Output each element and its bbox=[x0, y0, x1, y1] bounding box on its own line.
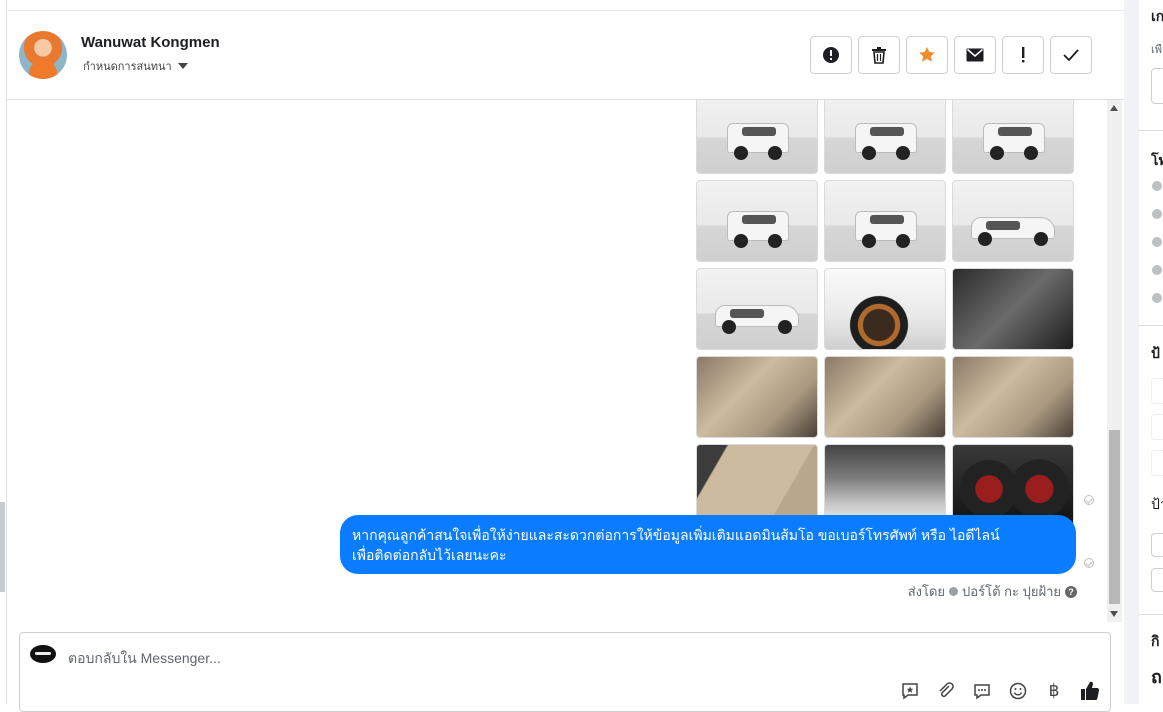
page-avatar bbox=[30, 645, 56, 663]
car-photo-side-2[interactable] bbox=[696, 268, 818, 350]
spam-button[interactable] bbox=[810, 36, 852, 74]
mark-unread-button[interactable] bbox=[954, 36, 996, 74]
header-actions bbox=[810, 36, 1092, 74]
reply-composer[interactable]: ตอบกลับใน Messenger... ฿ bbox=[19, 632, 1111, 712]
sent-by-name: ปอร์โต้ กะ ปุยฝ้าย bbox=[962, 584, 1061, 599]
message-thread[interactable]: หากคุณลูกค้าสนใจเพื่อให้ง่ายและสะดวกต่อก… bbox=[7, 100, 1107, 622]
location-pin-icon bbox=[1152, 293, 1162, 303]
saved-reply-icon[interactable] bbox=[900, 681, 920, 701]
message-text-line-1: หากคุณลูกค้าสนใจเพื่อให้ง่ายและสะดวกต่อก… bbox=[352, 527, 1000, 543]
section-divider bbox=[1139, 614, 1163, 615]
notes-heading-fragment: ป้า bbox=[1151, 496, 1163, 512]
contact-details-panel: เก เพื โท ป้ ป้า กิ ถ bbox=[1139, 0, 1163, 704]
chat-bubble-icon[interactable] bbox=[972, 681, 992, 701]
details-subtext-fragment: เพื bbox=[1151, 44, 1163, 56]
car-photo-wheel[interactable] bbox=[824, 268, 946, 350]
trash-icon bbox=[872, 47, 886, 64]
notes-input[interactable] bbox=[1151, 533, 1163, 557]
car-photo-front-seat[interactable] bbox=[824, 356, 946, 438]
star-button[interactable] bbox=[906, 36, 948, 74]
activity-text-fragment: ถ bbox=[1151, 667, 1162, 687]
seen-check-icon bbox=[1084, 495, 1094, 505]
sent-by-prefix: ส่งโดย bbox=[907, 584, 946, 599]
car-photo-front-1[interactable] bbox=[696, 100, 818, 174]
scroll-up-arrow-icon[interactable] bbox=[1110, 105, 1118, 111]
conversation-schedule-dropdown[interactable]: กำหนดการสนทนา bbox=[83, 57, 188, 75]
label-chip[interactable] bbox=[1151, 450, 1163, 476]
delete-button[interactable] bbox=[858, 36, 900, 74]
baht-icon[interactable]: ฿ bbox=[1044, 681, 1064, 701]
seen-check-icon bbox=[1084, 558, 1094, 568]
message-text-line-2: เพื่อติดต่อกลับไว้เลยนะคะ bbox=[352, 547, 507, 563]
conversation-header: Wanuwat Kongmen กำหนดการสนทนา bbox=[7, 11, 1124, 100]
checkmark-icon bbox=[1063, 49, 1079, 61]
scroll-thumb[interactable] bbox=[1109, 430, 1120, 604]
labels-heading-fragment: ป้ bbox=[1151, 345, 1160, 361]
location-pin-icon bbox=[1152, 265, 1162, 275]
car-photo-seats[interactable] bbox=[952, 356, 1074, 438]
emoji-icon[interactable] bbox=[1008, 681, 1028, 701]
details-input-box[interactable] bbox=[1151, 68, 1163, 104]
car-photo-door[interactable] bbox=[696, 444, 818, 526]
done-button[interactable] bbox=[1050, 36, 1092, 74]
panel-divider bbox=[1124, 0, 1139, 704]
envelope-icon bbox=[966, 48, 984, 62]
help-icon[interactable]: ? bbox=[1065, 585, 1077, 598]
conversation-panel: Wanuwat Kongmen กำหนดการสนทนา หากคุณลูกค… bbox=[0, 0, 1124, 712]
label-chip[interactable] bbox=[1151, 414, 1163, 440]
composer-tools: ฿ bbox=[900, 681, 1100, 701]
attachment-icon[interactable] bbox=[936, 681, 956, 701]
notes-input[interactable] bbox=[1151, 568, 1163, 592]
reply-input[interactable]: ตอบกลับใน Messenger... bbox=[68, 648, 221, 670]
car-photo-dashboard[interactable] bbox=[696, 356, 818, 438]
car-photo-gauges[interactable] bbox=[952, 444, 1074, 526]
verified-dot-icon bbox=[949, 587, 959, 596]
section-divider bbox=[1139, 325, 1163, 326]
car-photo-front-3[interactable] bbox=[952, 100, 1074, 174]
thread-scrollbar[interactable] bbox=[1107, 100, 1122, 622]
car-photo-steering[interactable] bbox=[952, 268, 1074, 350]
clock-icon bbox=[1152, 181, 1162, 191]
car-photo-rear-1[interactable] bbox=[696, 180, 818, 262]
avatar[interactable] bbox=[19, 31, 67, 79]
conversation-schedule-label: กำหนดการสนทนา bbox=[83, 61, 172, 73]
exclamation-icon bbox=[1022, 47, 1025, 63]
contact-name[interactable]: Wanuwat Kongmen bbox=[81, 34, 220, 51]
details-heading-fragment: เก bbox=[1151, 8, 1163, 24]
left-collapse-tab[interactable] bbox=[0, 502, 5, 592]
label-chip[interactable] bbox=[1151, 378, 1163, 404]
graduation-icon bbox=[1152, 237, 1162, 247]
profile-heading-fragment: โท bbox=[1151, 152, 1163, 168]
activity-heading-fragment: กิ bbox=[1151, 633, 1160, 649]
alert-circle-icon bbox=[823, 47, 839, 63]
section-divider bbox=[1139, 130, 1163, 131]
briefcase-icon bbox=[1152, 209, 1162, 219]
car-photo-engine[interactable] bbox=[824, 444, 946, 526]
photo-grid bbox=[696, 100, 1074, 526]
message-bubble[interactable]: หากคุณลูกค้าสนใจเพื่อให้ง่ายและสะดวกต่อก… bbox=[340, 515, 1076, 574]
sent-by-info: ส่งโดย ปอร์โต้ กะ ปุยฝ้าย ? bbox=[908, 581, 1077, 602]
scroll-down-arrow-icon[interactable] bbox=[1110, 611, 1118, 617]
caret-down-icon bbox=[177, 63, 188, 69]
car-photo-rear-2[interactable] bbox=[824, 180, 946, 262]
important-button[interactable] bbox=[1002, 36, 1044, 74]
like-icon[interactable] bbox=[1080, 681, 1100, 701]
car-photo-side-1[interactable] bbox=[952, 180, 1074, 262]
star-icon bbox=[919, 47, 935, 62]
car-photo-front-2[interactable] bbox=[824, 100, 946, 174]
